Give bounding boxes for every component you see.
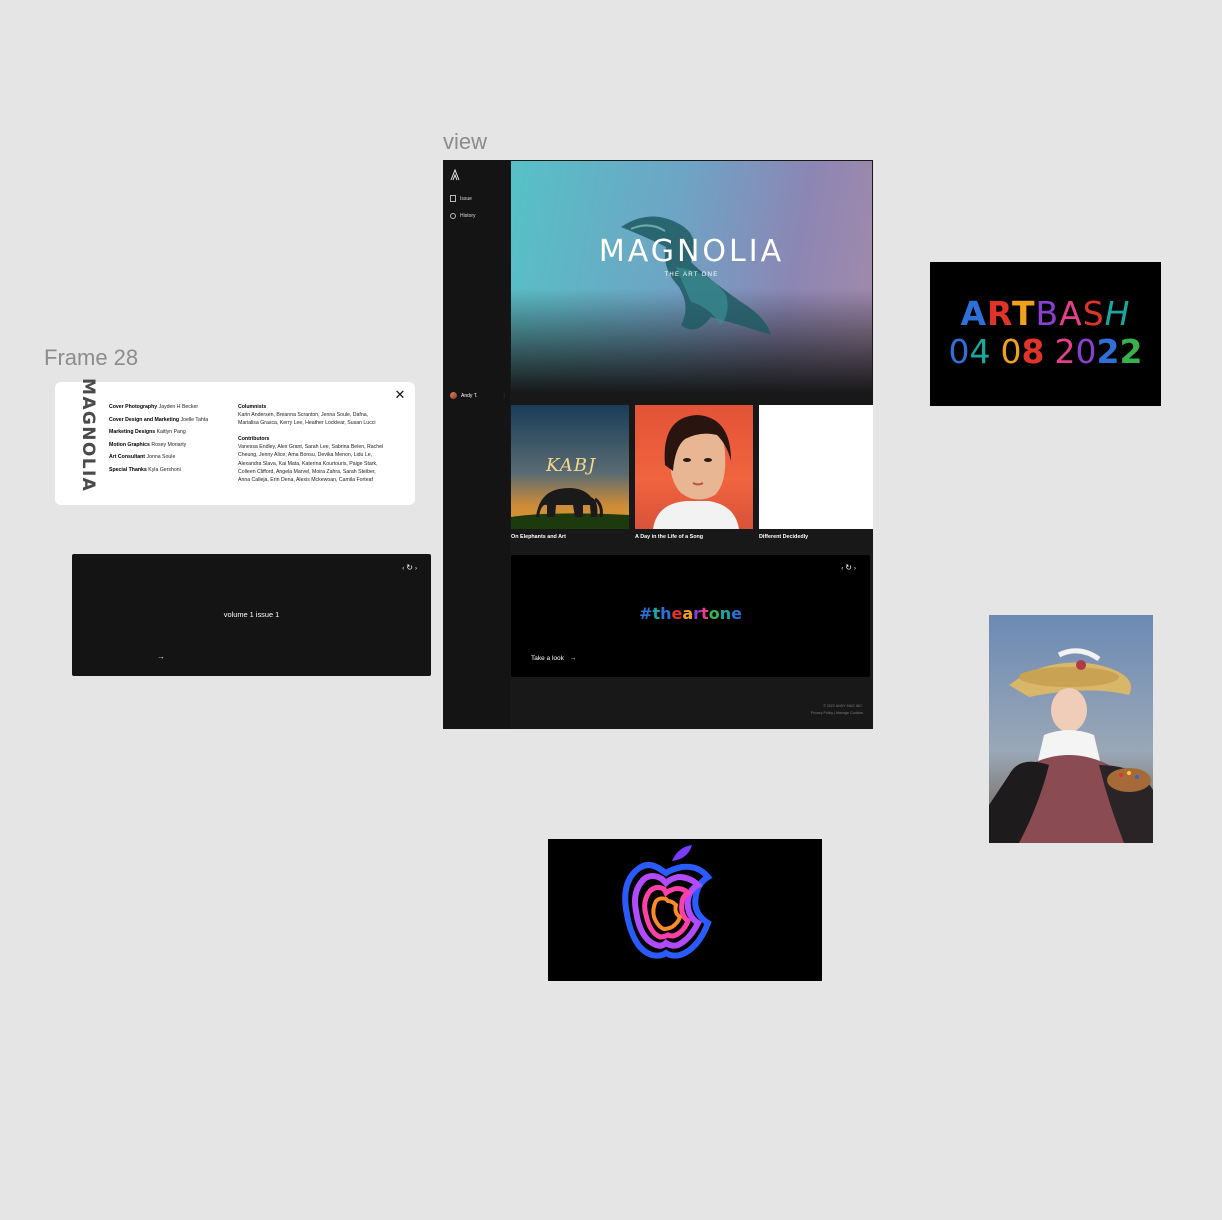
book-icon — [450, 195, 456, 202]
avatar — [450, 392, 457, 399]
hashtag-char: e — [671, 604, 683, 623]
credit-line: Motion Graphics Rosey Moriarty — [109, 441, 187, 448]
date-char: 2 — [1119, 332, 1143, 371]
artbash-char: T — [1011, 294, 1036, 333]
refresh-icon[interactable]: ↻ — [845, 563, 854, 572]
theartone-banner[interactable]: ‹↻› #theartone Take a look → — [511, 555, 870, 677]
tile-caption[interactable]: On Elephants and Art — [511, 534, 566, 540]
article-tile-song[interactable] — [635, 405, 753, 529]
volume-label: volume 1 issue 1 — [223, 610, 280, 619]
hero-cover[interactable]: MAGNOLIA THE ART ONE — [511, 161, 872, 393]
contributors-line: Alexandra Slava, Kai Mata, Katerina Kour… — [238, 460, 378, 467]
take-a-look-label: Take a look — [531, 655, 564, 662]
credit-line: Cover Design and Marketing Joelle Tahta — [109, 416, 209, 423]
view-frame-label: view — [443, 129, 488, 154]
hashtag-char: e — [731, 604, 742, 623]
artbash-poster: ARTBASH 04 08 2022 — [930, 262, 1161, 406]
credit-line: Art Consultant Jonna Soule — [109, 454, 176, 461]
sidebar: Issue History Andy T. ⋮ — [443, 160, 510, 729]
date-char: 2 — [1096, 332, 1120, 371]
date-char: 0 — [948, 332, 970, 371]
vertical-logo: MAGNOLIA — [78, 378, 98, 492]
artbash-word: ARTBASH — [930, 296, 1161, 332]
artbash-char: H — [1104, 294, 1131, 333]
tile-art-text: KABJ — [546, 455, 597, 476]
artbash-char: A — [960, 294, 988, 333]
close-icon[interactable]: ✕ — [393, 388, 407, 402]
hashtag-char: o — [708, 604, 720, 623]
contributors-heading: Contributors — [238, 436, 270, 442]
sidebar-item-label: Issue — [460, 195, 472, 202]
apple-logo-artwork — [548, 839, 822, 981]
date-char: 8 — [1021, 332, 1045, 371]
credits-columnists: Columnists Karin Andersen, Breanna Scran… — [238, 403, 376, 428]
frame-28-label: Frame 28 — [44, 345, 139, 370]
next-arrow-icon[interactable]: › — [854, 566, 858, 572]
artbash-char: S — [1082, 294, 1105, 333]
sidebar-item-label: History — [460, 213, 476, 219]
volume-card[interactable]: ‹↻› volume 1 issue 1 → — [72, 554, 431, 676]
portrait-painting-image — [989, 615, 1153, 843]
tile-caption[interactable]: A Day in the Life of a Song — [635, 534, 703, 540]
portrait-woman-image — [653, 415, 739, 529]
more-icon[interactable]: ⋮ — [502, 393, 507, 399]
article-tile-elephants[interactable]: KABJ — [511, 405, 629, 529]
footer-links[interactable]: Privacy Policy | Manage Cookies — [811, 711, 863, 715]
hashtag-char: t — [701, 604, 709, 623]
contributors-line: Colleen Clifford, Angela Marvel, Moira Z… — [238, 468, 376, 475]
refresh-icon[interactable]: ↻ — [406, 563, 415, 572]
tile-caption[interactable]: Different Decidedly — [759, 534, 808, 540]
user-menu[interactable]: Andy T. ⋮ — [450, 392, 507, 399]
hashtag-char: r — [693, 604, 702, 623]
hero-subtitle: THE ART ONE — [664, 272, 719, 278]
columnists-heading: Columnists — [238, 404, 267, 410]
volume-nav-controls[interactable]: ‹↻› — [402, 563, 419, 572]
artbash-char: A — [1059, 294, 1083, 333]
user-name: Andy T. — [461, 392, 478, 399]
artbash-date: 04 08 2022 — [930, 334, 1161, 370]
painting-svg — [989, 615, 1153, 843]
columnists-line: Marialisa Grasca, Kerry Lee, Heather Loc… — [238, 420, 376, 427]
history-icon — [450, 213, 456, 219]
banner-nav-controls[interactable]: ‹↻› — [841, 563, 858, 572]
hashtag-title: #theartone — [511, 604, 870, 623]
contributors-line: Vanessa Endley, Alex Grant, Sarah Lee, S… — [238, 444, 384, 451]
hashtag-char: h — [660, 604, 672, 623]
credit-line: Cover Photography Jayden H Becker — [109, 404, 199, 410]
brand-logo-icon[interactable] — [450, 169, 460, 181]
date-char: 0 — [1075, 332, 1097, 371]
hashtag-char: n — [719, 604, 732, 623]
vertical-logo-text: MAGNOLIA — [78, 378, 98, 492]
contributors-line: Anna Calleja, Erin Dena, Alexis Mckewoan… — [238, 477, 373, 484]
hashtag-char: # — [639, 604, 653, 623]
hashtag-char: a — [682, 604, 694, 623]
apple-logo-icon — [622, 845, 713, 959]
footer-copyright: © 2022 ANDY MAG INC. — [823, 704, 863, 708]
view-frame: Issue History Andy T. ⋮ MAGNOLIA THE ART… — [443, 160, 873, 729]
credits-contributors: Contributors Vanessa Endley, Alex Grant,… — [238, 435, 383, 484]
sidebar-item-history[interactable]: History — [450, 213, 476, 219]
artbash-char: B — [1035, 294, 1060, 333]
next-arrow-icon[interactable]: › — [415, 566, 419, 572]
take-a-look-link[interactable]: Take a look → — [531, 655, 576, 662]
columnists-line: Karin Andersen, Breanna Scranton, Jenna … — [238, 412, 369, 419]
date-char: 2 — [1054, 332, 1076, 371]
hero-title: MAGNOLIA — [598, 234, 785, 269]
date-char: 0 — [1000, 332, 1022, 371]
credit-line: Special Thanks Kyla Gershoni — [109, 466, 181, 473]
contributors-line: Cheung, Jenny Alice, Ama Bonsu, Devika M… — [238, 452, 373, 459]
arrow-right-icon: → — [569, 655, 577, 662]
artbash-char: R — [987, 294, 1012, 333]
date-char: 4 — [969, 332, 991, 371]
article-tile-different[interactable] — [759, 405, 873, 529]
sidebar-item-issue[interactable]: Issue — [450, 195, 472, 202]
credits-left-list: Cover Photography Jayden H Becker Cover … — [109, 403, 208, 474]
volume-arrow-icon[interactable]: → — [157, 652, 165, 661]
hashtag-char: t — [652, 604, 661, 623]
credit-line: Marketing Designs Kaitlyn Pang — [109, 429, 186, 436]
